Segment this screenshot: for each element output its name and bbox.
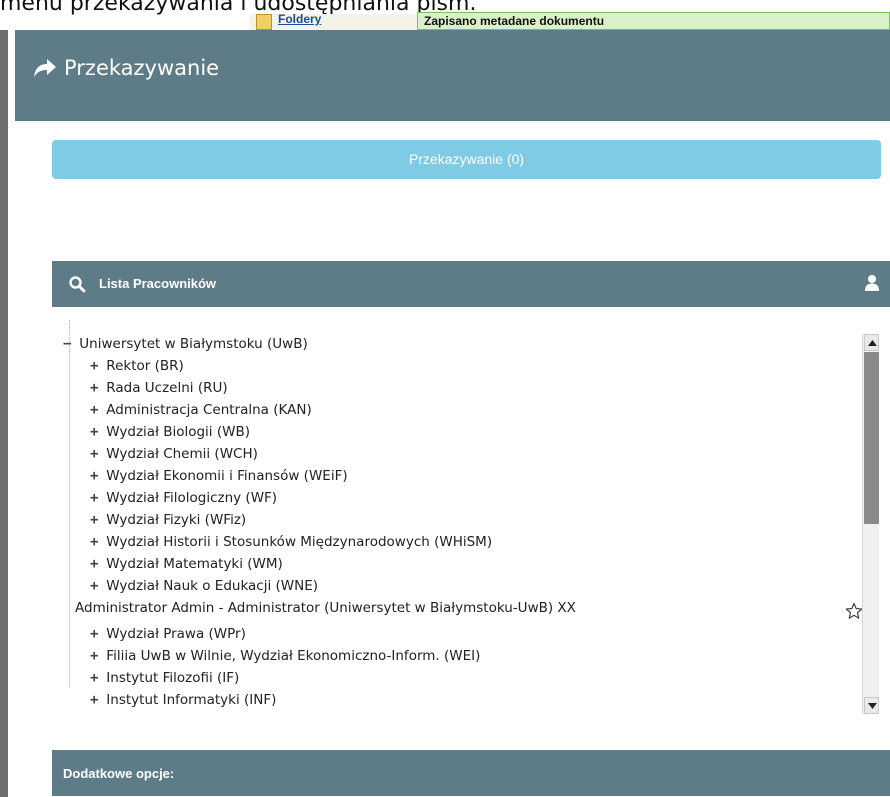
expand-icon[interactable]: + <box>90 444 102 464</box>
collapse-icon[interactable]: − <box>63 334 75 354</box>
expand-icon[interactable]: + <box>90 532 102 552</box>
tree-node-label: Uniwersytet w Białymstoku (UwB) <box>79 336 308 352</box>
tree-node-label: Wydział Filologiczny (WF) <box>106 490 278 506</box>
scroll-down-button[interactable] <box>864 697 879 714</box>
options-header[interactable]: Dodatkowe opcje: <box>52 750 890 796</box>
employee-entry[interactable]: Administrator Admin - Administrator (Uni… <box>75 598 576 618</box>
search-icon[interactable] <box>68 275 86 293</box>
tree-scrollbar[interactable] <box>862 334 879 714</box>
tree-node-label: Rada Uczelni (RU) <box>106 380 228 396</box>
expand-icon[interactable]: + <box>90 554 102 574</box>
favorite-star-icon[interactable] <box>845 602 863 620</box>
expand-icon[interactable]: + <box>90 466 102 486</box>
tree-node[interactable]: + Wydział Fizyki (WFiz) <box>90 510 246 530</box>
tree-node-label: Wydział Nauk o Edukacji (WNE) <box>106 578 319 594</box>
folders-link[interactable]: Foldery <box>278 12 321 26</box>
expand-icon[interactable]: + <box>90 488 102 508</box>
tree-node-label: Administracja Centralna (KAN) <box>106 402 312 418</box>
expand-icon[interactable]: + <box>90 422 102 442</box>
tree-node[interactable]: + Rada Uczelni (RU) <box>90 378 228 398</box>
staff-list-title: Lista Pracowników <box>99 276 217 291</box>
expand-icon[interactable]: + <box>90 668 102 688</box>
modal-title: Przekazywanie <box>64 56 220 80</box>
tree-node[interactable]: + Wydział Filologiczny (WF) <box>90 488 277 508</box>
tree-node-label: Wydział Fizyki (WFiz) <box>106 512 247 528</box>
tree-node-label: Instytut Filozofii (IF) <box>106 670 240 686</box>
tree-node-label: Wydział Ekonomii i Finansów (WEiF) <box>106 468 348 484</box>
save-notice: Zapisano metadane dokumentu <box>417 12 890 30</box>
folder-icon <box>256 14 272 30</box>
forward-button[interactable]: Przekazywanie (0) <box>52 140 881 179</box>
tree-node-label: Wydział Biologii (WB) <box>106 424 250 440</box>
user-icon[interactable] <box>864 274 880 292</box>
tree-node-root[interactable]: − Uniwersytet w Białymstoku (UwB) <box>63 334 308 354</box>
tree-node[interactable]: + Instytut Filozofii (IF) <box>90 668 239 688</box>
expand-icon[interactable]: + <box>90 690 102 710</box>
expand-icon[interactable]: + <box>90 378 102 398</box>
expand-icon[interactable]: + <box>90 646 102 666</box>
tree-node[interactable]: + Administracja Centralna (KAN) <box>90 400 312 420</box>
expand-icon[interactable]: + <box>90 576 102 596</box>
tree-node[interactable]: + Wydział Ekonomii i Finansów (WEiF) <box>90 466 348 486</box>
modal-header: Przekazywanie <box>15 30 890 121</box>
tree-node[interactable]: + Wydział Historii i Stosunków Międzynar… <box>90 532 492 552</box>
tree-node[interactable]: + Instytut Informatyki (INF) <box>90 690 276 710</box>
tree-node-label: Wydział Matematyki (WM) <box>106 556 283 572</box>
staff-tree: − Uniwersytet w Białymstoku (UwB) + Rekt… <box>63 298 859 708</box>
tree-node[interactable]: + Wydział Biologii (WB) <box>90 422 250 442</box>
tree-node-label: Rektor (BR) <box>106 358 184 374</box>
expand-icon[interactable]: + <box>90 510 102 530</box>
share-arrow-icon <box>33 57 57 79</box>
tree-node-label: Filiia UwB w Wilnie, Wydział Ekonomiczno… <box>106 648 481 664</box>
scroll-thumb[interactable] <box>864 352 879 524</box>
tree-guide-line <box>69 320 71 688</box>
tree-node-label: Wydział Historii i Stosunków Międzynarod… <box>106 534 493 550</box>
tree-node-label: Wydział Prawa (WPr) <box>106 626 246 642</box>
tree-node[interactable]: + Wydział Chemii (WCH) <box>90 444 258 464</box>
tree-node[interactable]: + Wydział Matematyki (WM) <box>90 554 283 574</box>
scroll-up-button[interactable] <box>864 334 879 351</box>
background-sidebar <box>0 30 8 797</box>
tree-node-label: Wydział Chemii (WCH) <box>106 446 258 462</box>
expand-icon[interactable]: + <box>90 356 102 376</box>
options-title: Dodatkowe opcje: <box>63 766 175 781</box>
tree-node-label: Instytut Informatyki (INF) <box>106 692 277 708</box>
expand-icon[interactable]: + <box>90 400 102 420</box>
tree-node[interactable]: + Filiia UwB w Wilnie, Wydział Ekonomicz… <box>90 646 480 666</box>
tree-node[interactable]: + Rektor (BR) <box>90 356 184 376</box>
tree-node[interactable]: + Wydział Prawa (WPr) <box>90 624 246 644</box>
tree-node[interactable]: + Wydział Nauk o Edukacji (WNE) <box>90 576 318 596</box>
expand-icon[interactable]: + <box>90 624 102 644</box>
